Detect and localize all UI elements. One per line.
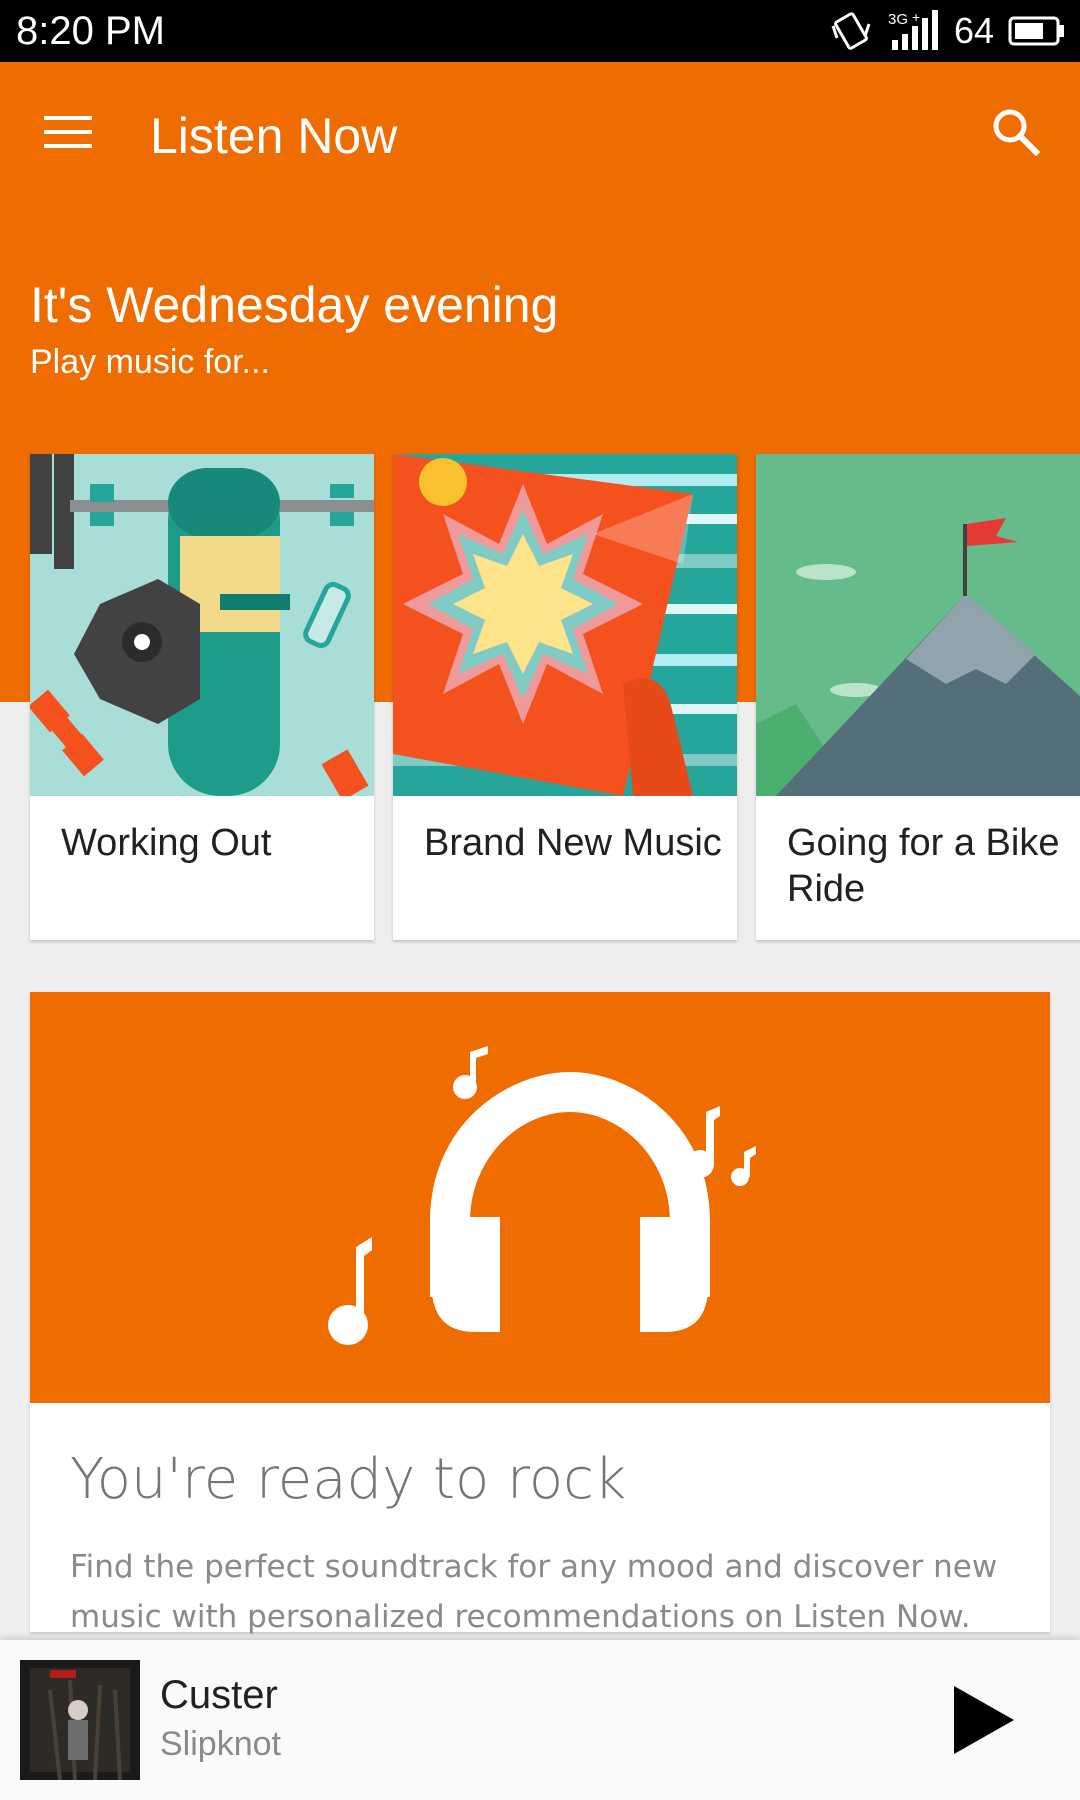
- activity-card-label: Working Out: [61, 822, 272, 864]
- now-playing-bar[interactable]: Custer Slipknot: [0, 1640, 1080, 1800]
- app-toolbar: Listen Now: [0, 62, 1080, 202]
- status-icons: 3G + 64: [814, 6, 1066, 56]
- album-art[interactable]: [20, 1660, 140, 1780]
- signal-icon: 3G +: [888, 9, 938, 50]
- greeting-title: It's Wednesday evening: [30, 277, 559, 333]
- hamburger-menu-icon[interactable]: [40, 112, 96, 152]
- activity-card-bike-ride[interactable]: Going for a Bike Ride: [756, 454, 1080, 940]
- status-time: 8:20 PM: [16, 9, 165, 53]
- network-type-label: 3G: [888, 11, 908, 28]
- battery-icon: [1008, 16, 1064, 46]
- network-plus-label: +: [912, 9, 920, 25]
- promo-banner: [30, 992, 1050, 1403]
- starburst-record-illustration: [393, 454, 737, 796]
- activity-card-label: Brand New Music: [424, 822, 722, 864]
- promo-body: Find the perfect soundtrack for any mood…: [70, 1549, 998, 1635]
- vibrate-icon: [831, 12, 871, 50]
- page-title: Listen Now: [150, 108, 398, 164]
- battery-level: 64: [953, 10, 994, 51]
- promo-title: You're ready to rock: [70, 1447, 627, 1512]
- gym-equipment-illustration: [30, 454, 374, 796]
- track-artist: Slipknot: [160, 1725, 281, 1763]
- activity-card-working-out[interactable]: Working Out: [30, 454, 374, 940]
- status-bar: 8:20 PM 3G + 64: [0, 0, 1080, 62]
- activity-card-label: Going for a Bike Ride: [787, 822, 1060, 910]
- activity-card-brand-new-music[interactable]: Brand New Music: [393, 454, 737, 940]
- greeting-subtitle: Play music for...: [30, 343, 270, 381]
- promo-card: You're ready to rock Find the perfect so…: [30, 992, 1050, 1635]
- track-title: Custer: [160, 1673, 278, 1717]
- search-icon[interactable]: [988, 104, 1044, 160]
- play-icon[interactable]: [940, 1680, 1020, 1760]
- headphones-music-notes-icon: [328, 1046, 756, 1345]
- mountain-flag-illustration: [756, 454, 1080, 796]
